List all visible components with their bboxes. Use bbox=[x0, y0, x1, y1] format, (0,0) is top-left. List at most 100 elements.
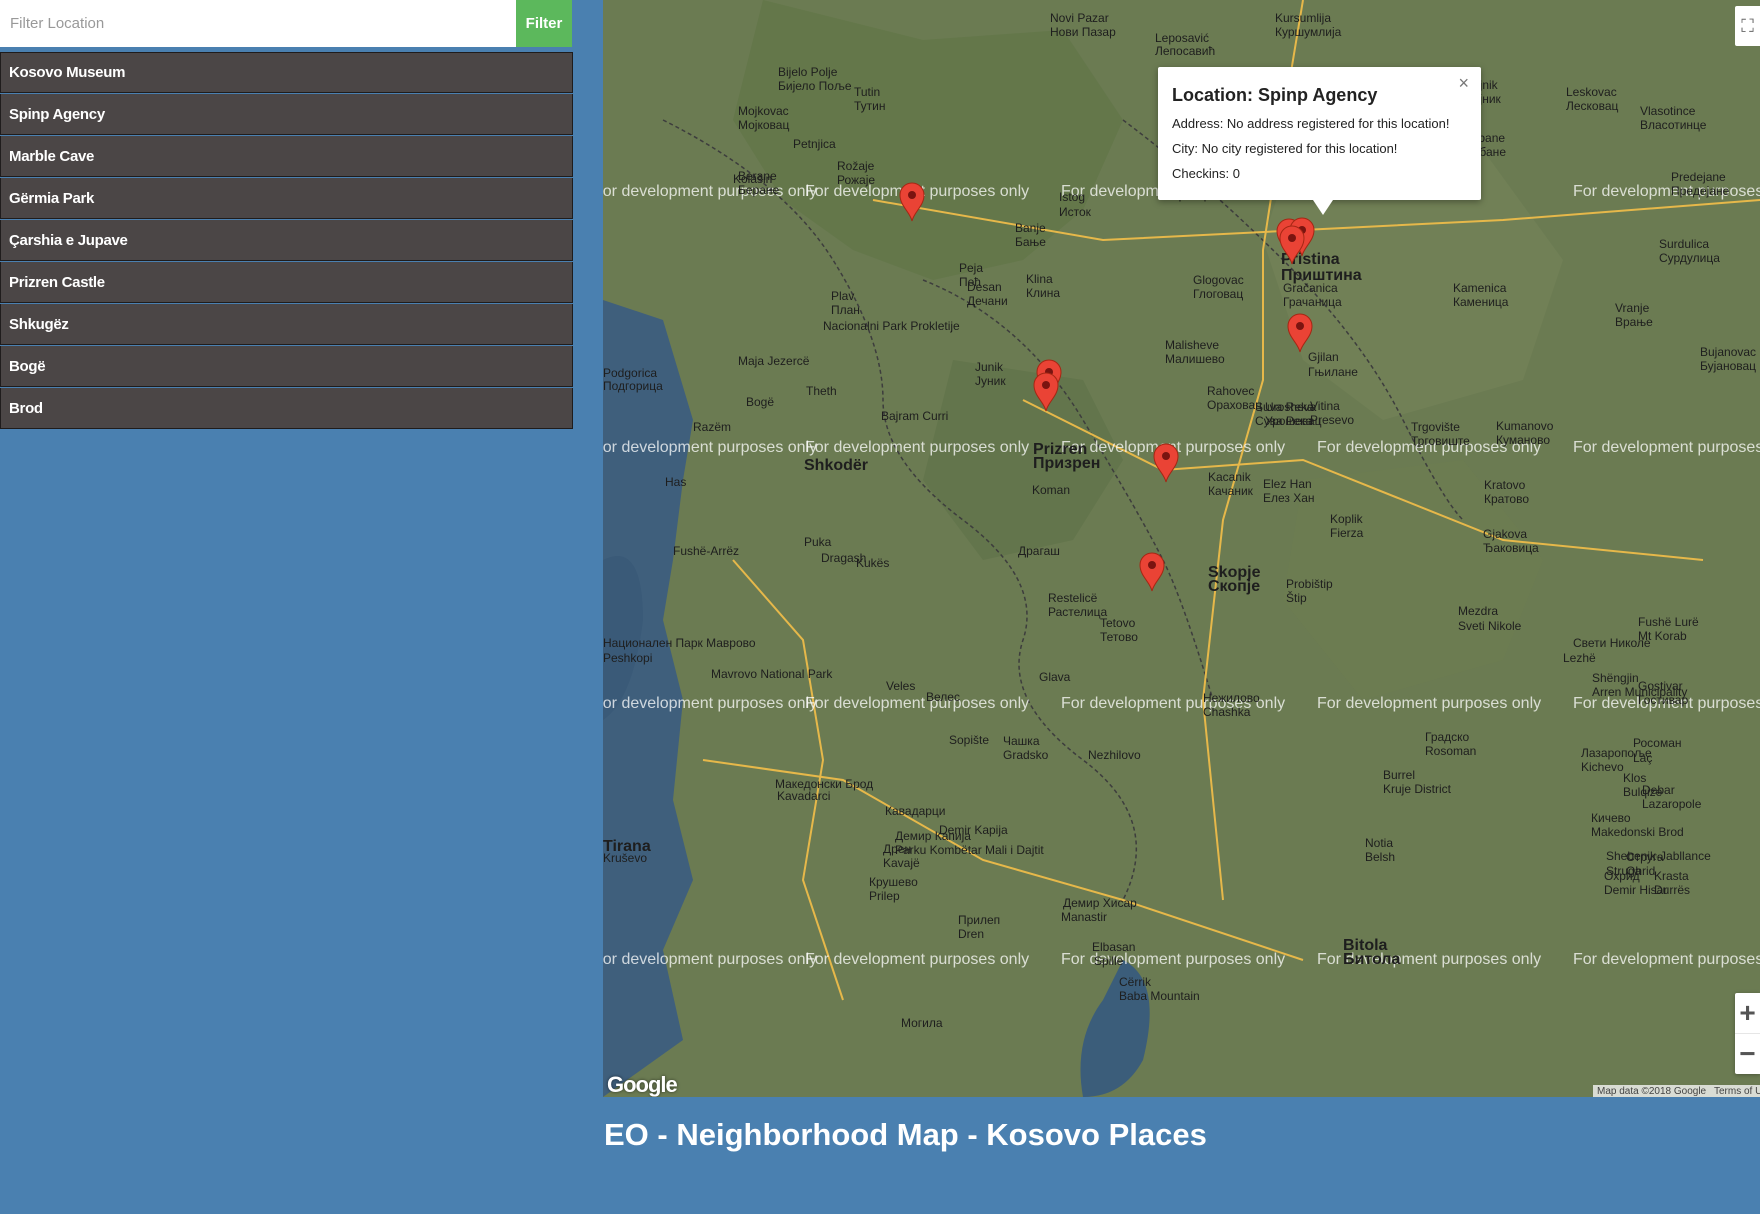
place-label: Debar bbox=[1642, 783, 1675, 797]
place-label: Peja bbox=[959, 261, 984, 275]
place-label: Banje bbox=[1015, 221, 1046, 235]
map-marker-icon[interactable] bbox=[1287, 313, 1313, 353]
place-label: Kavadarci bbox=[777, 789, 831, 803]
place-label: Tutin bbox=[854, 85, 881, 99]
map-marker-icon[interactable] bbox=[1279, 225, 1305, 265]
terms-link[interactable]: Terms of Use bbox=[1710, 1085, 1760, 1097]
location-item-shkugez[interactable]: Shkugëz bbox=[0, 304, 573, 345]
place-label: Spille bbox=[1094, 954, 1124, 968]
dev-watermark: For development purposes only bbox=[805, 439, 1030, 456]
place-label: Крушево bbox=[869, 875, 918, 889]
place-label: Рожаје bbox=[837, 173, 876, 187]
dev-watermark: For development purposes only bbox=[1573, 439, 1760, 456]
place-label: Prilep bbox=[869, 889, 900, 903]
place-label: Rahovec bbox=[1207, 384, 1255, 398]
place-label: Bajram Curri bbox=[881, 409, 949, 423]
location-item-boge[interactable]: Bogë bbox=[0, 346, 573, 387]
place-label: Koman bbox=[1032, 483, 1071, 497]
place-label: Бујановац bbox=[1700, 359, 1757, 373]
dev-watermark: For development purposes only bbox=[1573, 183, 1760, 200]
map-marker-icon[interactable] bbox=[1153, 443, 1179, 483]
place-label: Rožaje bbox=[837, 159, 875, 173]
place-label: Belsh bbox=[1365, 850, 1396, 864]
place-label: Urosheva bbox=[1265, 400, 1317, 414]
place-label: Призрен bbox=[1033, 455, 1101, 472]
place-label: Прилеп bbox=[958, 913, 1001, 927]
place-label: Демир Хисар bbox=[1063, 896, 1137, 910]
place-label: Kamenica bbox=[1453, 281, 1507, 295]
location-item-germia-park[interactable]: Gërmia Park bbox=[0, 178, 573, 219]
location-item-brod[interactable]: Brod bbox=[0, 388, 573, 429]
zoom-out-button[interactable]: − bbox=[1735, 1034, 1760, 1074]
info-window-title: Location: Spinp Agency bbox=[1172, 85, 1378, 105]
place-label: Burrel bbox=[1383, 768, 1416, 782]
place-label: Сурдулица bbox=[1659, 251, 1720, 265]
location-item-prizren-castle[interactable]: Prizren Castle bbox=[0, 262, 573, 303]
fullscreen-button[interactable]: ⛶ bbox=[1735, 6, 1760, 46]
place-label: Krasta bbox=[1654, 869, 1689, 883]
close-icon[interactable]: × bbox=[1458, 73, 1469, 94]
place-label: Национален Парк Маврово bbox=[603, 636, 756, 650]
place-label: Chashka bbox=[1203, 705, 1251, 719]
place-label: Probištip bbox=[1286, 577, 1333, 591]
place-label: Лепосавић bbox=[1155, 44, 1216, 58]
location-item-carshia-e-jupave[interactable]: Çarshia e Jupave bbox=[0, 220, 573, 261]
place-label: Нежилово bbox=[1203, 691, 1260, 705]
place-label: Ђаковица bbox=[1483, 541, 1539, 555]
map-marker-icon[interactable] bbox=[1033, 372, 1059, 412]
map-marker-icon[interactable] bbox=[1139, 552, 1165, 592]
place-label: Petnjica bbox=[793, 137, 836, 151]
place-label: Desan bbox=[967, 280, 1002, 294]
place-label: Tetovo bbox=[1100, 616, 1136, 630]
place-label: Nacionalni Park Prokletije bbox=[823, 319, 960, 333]
place-label: Fushë-Arrëz bbox=[673, 544, 740, 558]
place-label: Лазаропоље bbox=[1581, 746, 1652, 760]
place-label: Notia bbox=[1365, 836, 1394, 850]
filter-input[interactable] bbox=[0, 0, 516, 47]
info-window: × Location: Spinp Agency Address: No add… bbox=[1158, 67, 1481, 215]
place-label: Чашка bbox=[1003, 734, 1040, 748]
info-window-address: Address: No address registered for this … bbox=[1172, 116, 1450, 131]
place-label: Јуник bbox=[975, 374, 1006, 388]
place-label: Maja Jezercë bbox=[738, 354, 810, 368]
place-label: Plav bbox=[831, 289, 855, 303]
place-label: Градско bbox=[1425, 730, 1470, 744]
place-label: Manastir bbox=[1061, 910, 1108, 924]
location-item-spinp-agency[interactable]: Spinp Agency bbox=[0, 94, 573, 135]
place-label: Demir Hisar bbox=[1604, 883, 1668, 897]
place-label: Surdulica bbox=[1659, 237, 1710, 251]
place-label: Bujanovac bbox=[1700, 345, 1757, 359]
place-label: Kichevo bbox=[1581, 760, 1624, 774]
place-label: Lezhë bbox=[1563, 651, 1596, 665]
place-label: Kacanik bbox=[1208, 470, 1251, 484]
map-marker-icon[interactable] bbox=[899, 182, 925, 222]
dev-watermark: For development purposes only bbox=[603, 695, 818, 712]
place-label: Kursumlija bbox=[1275, 11, 1332, 25]
place-label: Bogë bbox=[746, 395, 775, 409]
place-label: Малишево bbox=[1165, 352, 1225, 366]
place-label: Restelicë bbox=[1048, 591, 1098, 605]
place-label: Nezhilovo bbox=[1088, 748, 1141, 762]
place-label: Glava bbox=[1039, 670, 1071, 684]
place-label: Куманово bbox=[1496, 433, 1550, 447]
dev-watermark: For development purposes only bbox=[805, 695, 1030, 712]
place-label: Елез Хан bbox=[1263, 491, 1315, 505]
place-label: Скопје bbox=[1208, 578, 1261, 595]
place-label: Кратово bbox=[1484, 492, 1530, 506]
place-label: Mezdra bbox=[1458, 604, 1499, 618]
place-label: Gračanica bbox=[1283, 281, 1338, 295]
place-label: Kavajë bbox=[883, 856, 920, 870]
place-label: Врање bbox=[1615, 315, 1653, 329]
location-item-kosovo-museum[interactable]: Kosovo Museum bbox=[0, 52, 573, 93]
zoom-in-button[interactable]: + bbox=[1735, 993, 1760, 1034]
map-canvas[interactable]: For development purposes only For develo… bbox=[603, 0, 1760, 1097]
place-label: Охрид bbox=[1604, 869, 1640, 883]
place-label: Novi Pazar bbox=[1050, 11, 1109, 25]
location-item-marble-cave[interactable]: Marble Cave bbox=[0, 136, 573, 177]
place-label: Shkodër bbox=[804, 457, 869, 474]
place-label: Gradsko bbox=[1003, 748, 1049, 762]
place-label: Велес bbox=[926, 690, 960, 704]
place-label: Глоговац bbox=[1193, 287, 1244, 301]
filter-button[interactable]: Filter bbox=[516, 0, 572, 47]
info-window-checkins: Checkins: 0 bbox=[1172, 166, 1240, 181]
